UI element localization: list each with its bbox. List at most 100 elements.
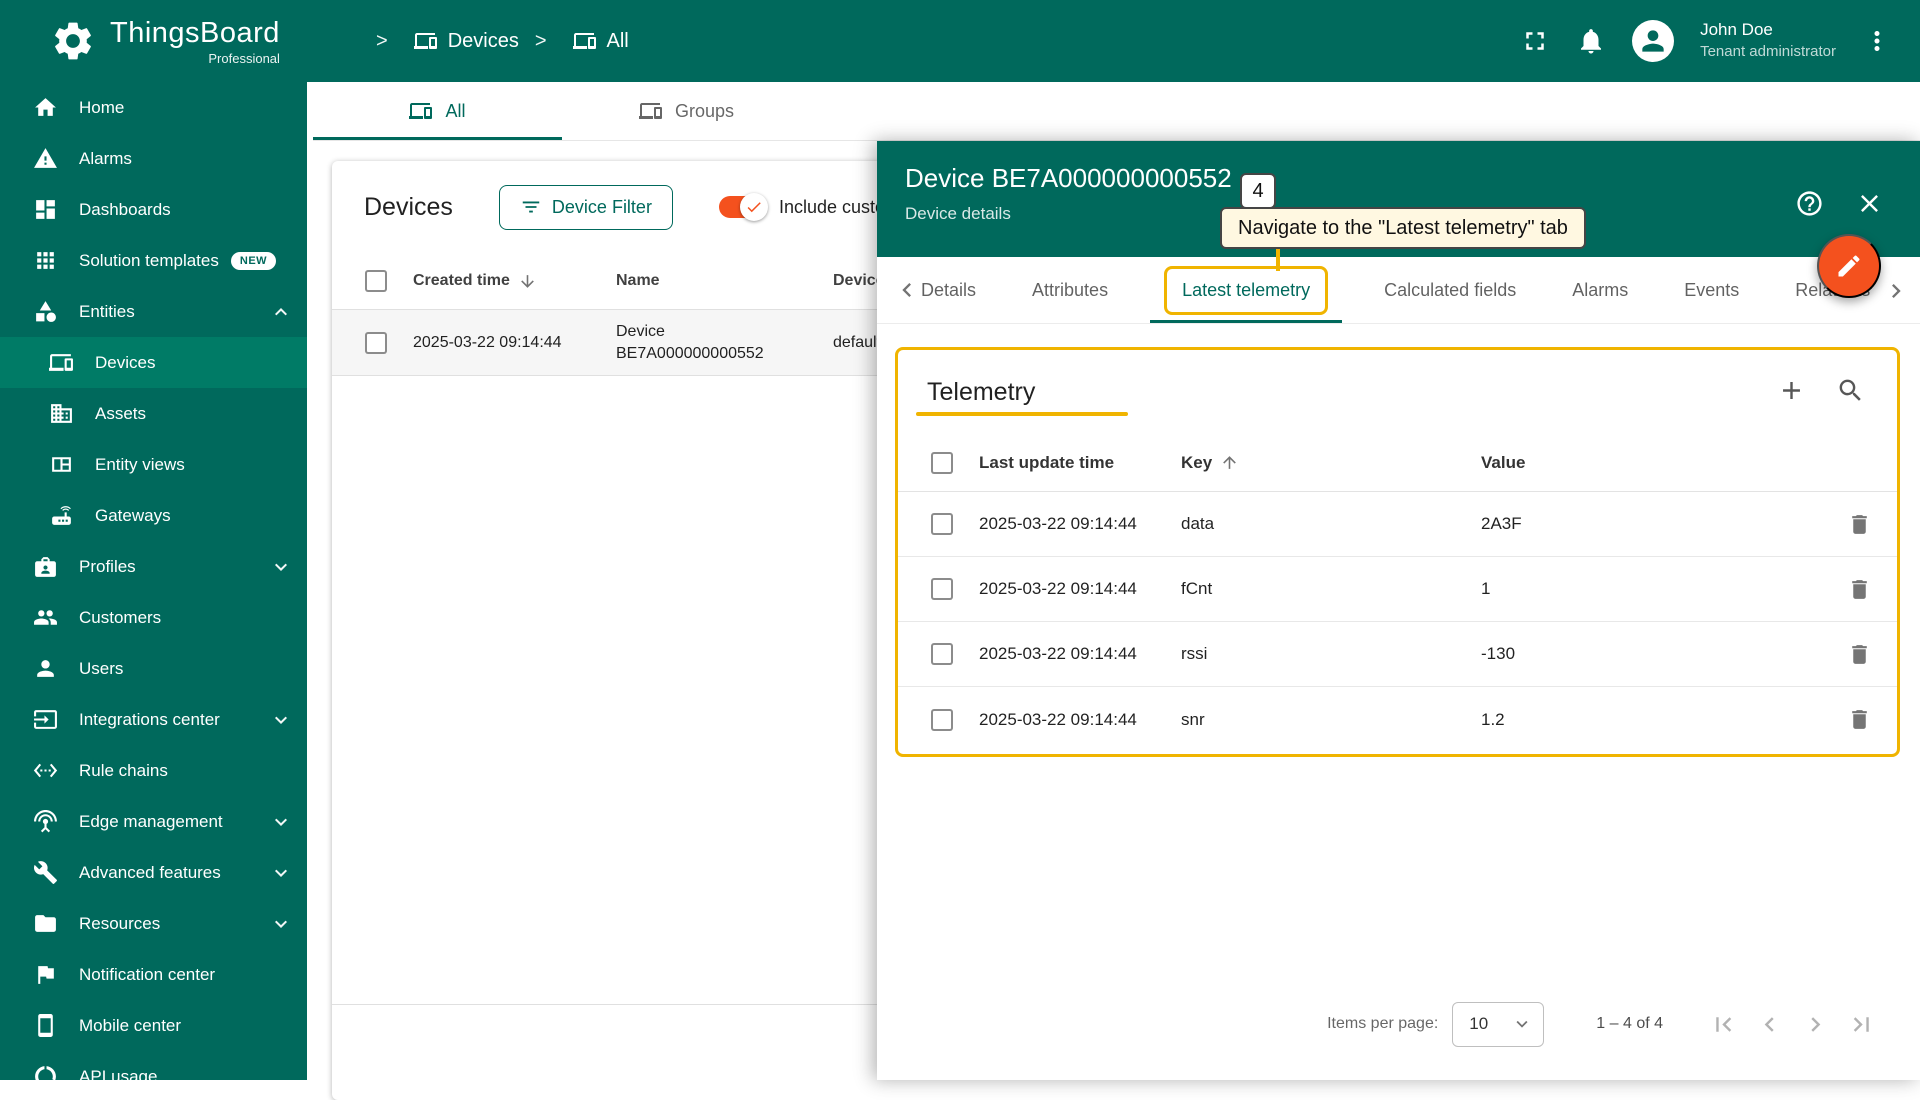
sort-desc-arrow-icon: [518, 272, 537, 291]
select-all-checkbox[interactable]: [365, 270, 387, 292]
sidebar-item[interactable]: Gateways: [0, 490, 307, 541]
sidebar-item[interactable]: Users: [0, 643, 307, 694]
items-per-page-value: 10: [1469, 1014, 1489, 1033]
sidebar-item-label: API usage: [79, 1066, 158, 1081]
sidebar-item-label: Profiles: [79, 556, 136, 576]
created-time-header[interactable]: Created time: [413, 272, 616, 291]
sidebar-item-icon: [33, 707, 58, 732]
sidebar-item[interactable]: Notification center: [0, 949, 307, 1000]
sidebar-item-label: Gateways: [95, 505, 171, 525]
telemetry-pagination: Items per page: 10 1 – 4 of 4: [877, 1000, 1920, 1048]
drawer-tab[interactable]: Alarms: [1544, 257, 1656, 323]
sidebar-item-label: Rule chains: [79, 760, 168, 780]
row-checkbox[interactable]: [365, 331, 387, 354]
help-icon[interactable]: [1795, 189, 1824, 218]
filter-icon: [520, 196, 542, 218]
sidebar-item-icon: [49, 350, 74, 375]
fullscreen-icon[interactable]: [1520, 26, 1550, 56]
first-page-icon[interactable]: [1709, 1010, 1738, 1039]
sidebar-item[interactable]: Edge management: [0, 796, 307, 847]
drawer-tab[interactable]: Calculated fields: [1356, 257, 1544, 323]
device-filter-label: Device Filter: [551, 196, 652, 217]
dropdown-caret-icon: [1511, 1013, 1533, 1035]
device-name-cell: Device BE7A000000000552: [616, 321, 833, 364]
drawer-tab-label: Events: [1684, 279, 1740, 300]
delete-telemetry-icon[interactable]: [1847, 577, 1872, 602]
sidebar-item[interactable]: Dashboards: [0, 184, 307, 235]
sidebar-item[interactable]: Mobile center: [0, 1000, 307, 1051]
sidebar-item[interactable]: Solution templates NEW: [0, 235, 307, 286]
items-per-page-select[interactable]: 10: [1452, 1001, 1545, 1047]
telemetry-value-cell: 2A3F: [1481, 514, 1522, 533]
telemetry-row[interactable]: 2025-03-22 09:14:44 fCnt 1: [898, 557, 1897, 622]
drawer-tab-label: Calculated fields: [1384, 279, 1517, 300]
telemetry-row[interactable]: 2025-03-22 09:14:44 data 2A3F: [898, 492, 1897, 557]
sidebar-item-label: Solution templates: [79, 250, 219, 270]
drawer-tab[interactable]: Latest telemetry: [1136, 257, 1356, 323]
drawer-tab[interactable]: Events: [1656, 257, 1767, 323]
key-header[interactable]: Key: [1181, 453, 1481, 473]
notifications-bell-icon[interactable]: [1576, 26, 1606, 56]
main-tab-label: Groups: [674, 100, 735, 121]
last-update-header[interactable]: Last update time: [979, 453, 1181, 473]
sidebar-item[interactable]: API usage: [0, 1051, 307, 1080]
close-icon[interactable]: [1855, 189, 1884, 218]
breadcrumb-item[interactable]: All: [519, 29, 629, 53]
device-filter-button[interactable]: Device Filter: [498, 184, 673, 230]
main-tab[interactable]: All: [313, 82, 562, 140]
tabs-scroll-left-icon[interactable]: [893, 276, 921, 304]
chevron-icon: [269, 861, 293, 885]
delete-telemetry-icon[interactable]: [1847, 707, 1872, 732]
sidebar-item[interactable]: Home: [0, 82, 307, 133]
telemetry-row[interactable]: 2025-03-22 09:14:44 snr 1.2: [898, 687, 1897, 752]
check-icon: [745, 198, 763, 216]
pagination-range: 1 – 4 of 4: [1596, 1015, 1663, 1032]
gear-logo-icon: [50, 18, 96, 64]
sidebar-item[interactable]: Resources: [0, 898, 307, 949]
breadcrumb-item[interactable]: Devices: [360, 29, 519, 53]
search-icon[interactable]: [1836, 376, 1865, 405]
drawer-tab[interactable]: Attributes: [1004, 257, 1136, 323]
delete-telemetry-icon[interactable]: [1847, 512, 1872, 537]
sidebar-item[interactable]: Assets: [0, 388, 307, 439]
sidebar-item-icon: [33, 1064, 58, 1080]
tabs-scroll-right-icon[interactable]: [1882, 277, 1910, 305]
app-logo[interactable]: ThingsBoard Professional: [0, 17, 330, 66]
telemetry-row-checkbox[interactable]: [931, 643, 953, 665]
telemetry-row-checkbox[interactable]: [931, 708, 953, 731]
avatar[interactable]: [1632, 20, 1675, 62]
sidebar-item-icon: [33, 1013, 58, 1038]
add-telemetry-icon[interactable]: [1777, 376, 1806, 405]
last-page-icon[interactable]: [1847, 1010, 1876, 1039]
include-customers-toggle[interactable]: [718, 193, 768, 221]
main-tab[interactable]: Groups: [562, 82, 811, 140]
sidebar-item[interactable]: Customers: [0, 592, 307, 643]
device-details-drawer: Device BE7A000000000552 Device details D…: [877, 141, 1920, 1080]
sidebar-item[interactable]: Alarms: [0, 133, 307, 184]
telemetry-row[interactable]: 2025-03-22 09:14:44 rssi -130: [898, 622, 1897, 687]
telemetry-row-checkbox[interactable]: [931, 513, 953, 535]
key-header-label: Key: [1181, 452, 1213, 472]
telemetry-row-checkbox[interactable]: [931, 578, 953, 600]
sidebar-item[interactable]: Profiles: [0, 541, 307, 592]
value-header[interactable]: Value: [1481, 453, 1821, 473]
sidebar-item[interactable]: Devices: [0, 337, 307, 388]
sidebar-item[interactable]: Integrations center: [0, 694, 307, 745]
telemetry-actions: [1777, 376, 1865, 405]
user-role: Tenant administrator: [1700, 43, 1836, 61]
sidebar-item[interactable]: Advanced features: [0, 847, 307, 898]
next-page-icon[interactable]: [1801, 1010, 1830, 1039]
sidebar-item-icon: [33, 911, 58, 936]
tab-icon: [409, 99, 433, 123]
edit-device-fab[interactable]: [1817, 234, 1881, 298]
sidebar-item[interactable]: Entity views: [0, 439, 307, 490]
sidebar-item[interactable]: Rule chains: [0, 745, 307, 796]
telemetry-select-all-checkbox[interactable]: [931, 451, 953, 474]
name-header[interactable]: Name: [616, 272, 833, 290]
delete-telemetry-icon[interactable]: [1847, 642, 1872, 667]
telemetry-table-header: Last update time Key Value: [898, 434, 1897, 492]
sidebar-item[interactable]: Entities: [0, 286, 307, 337]
previous-page-icon[interactable]: [1755, 1010, 1784, 1039]
more-menu-icon[interactable]: [1862, 26, 1892, 56]
telemetry-key-cell: data: [1181, 514, 1215, 533]
